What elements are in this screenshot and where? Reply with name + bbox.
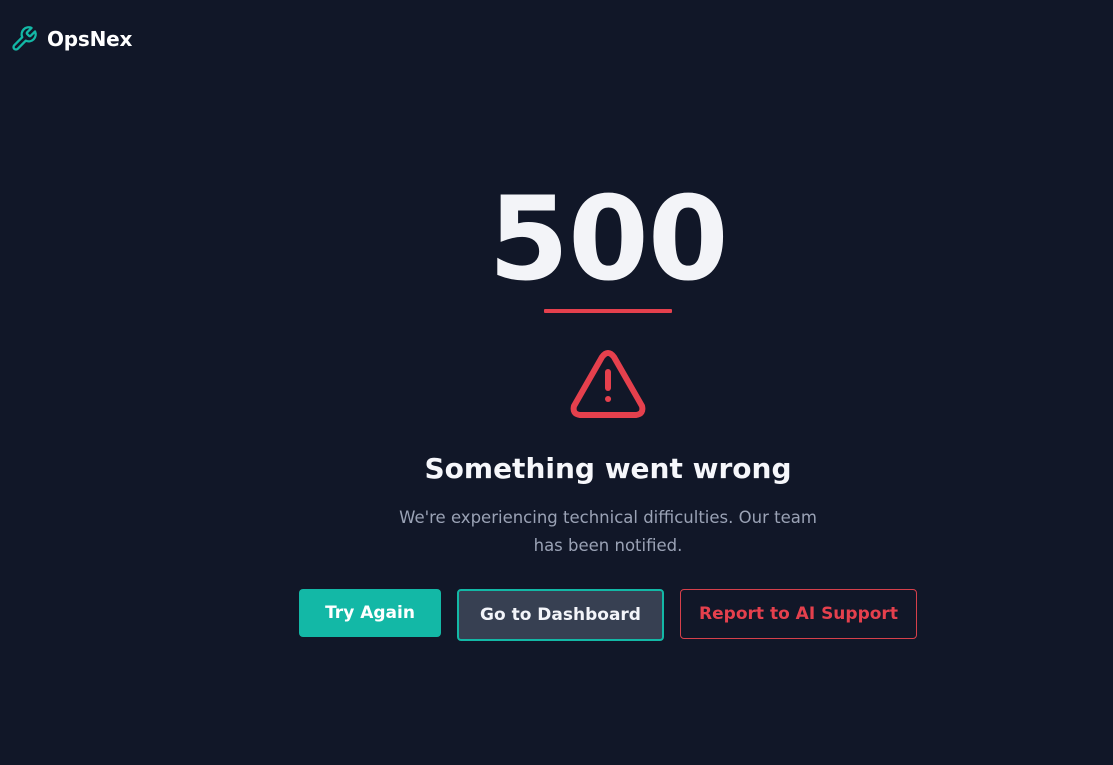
error-code: 500 [488, 172, 728, 307]
error-page: OpsNex 500 Something went wrong We're ex… [0, 0, 1113, 765]
report-to-ai-support-button[interactable]: Report to AI Support [680, 589, 917, 639]
wrench-icon [10, 25, 38, 53]
go-to-dashboard-button[interactable]: Go to Dashboard [457, 589, 664, 641]
error-title: Something went wrong [424, 452, 792, 485]
alert-triangle-icon [568, 348, 648, 422]
try-again-button[interactable]: Try Again [299, 589, 441, 637]
error-divider [544, 309, 672, 313]
error-message: We're experiencing technical difficultie… [399, 508, 817, 555]
brand-logo[interactable]: OpsNex [10, 25, 132, 53]
brand-name: OpsNex [47, 27, 133, 51]
